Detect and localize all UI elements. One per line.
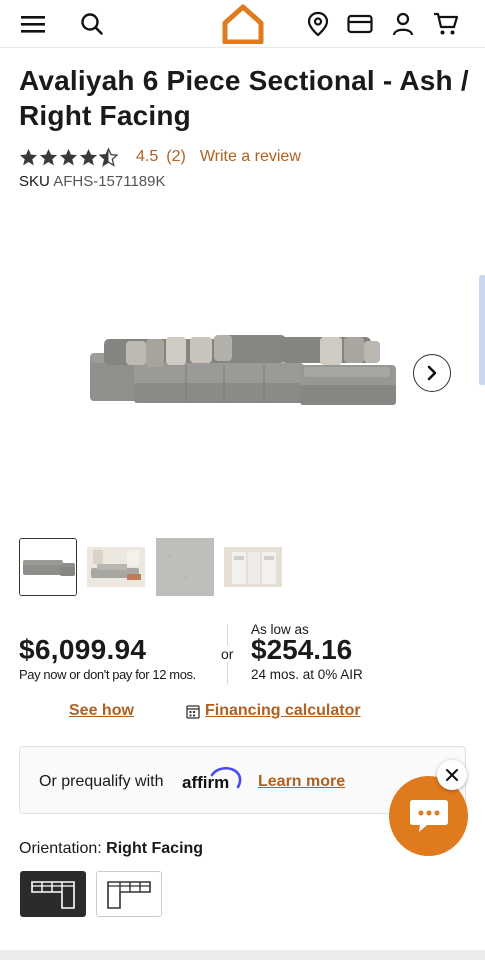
see-how-link[interactable]: See how: [69, 702, 134, 720]
menu-icon[interactable]: [18, 6, 48, 42]
gallery-thumbnail[interactable]: [224, 538, 282, 596]
star-icon: [59, 148, 78, 165]
star-rating[interactable]: [19, 147, 118, 167]
chat-close-button[interactable]: [437, 760, 467, 790]
financing-calculator-label[interactable]: Financing calculator: [205, 702, 361, 720]
bottom-divider-strip: [0, 950, 485, 960]
or-separator: or: [221, 646, 234, 662]
write-review-link[interactable]: Write a review: [200, 148, 301, 166]
close-icon: [446, 769, 458, 781]
chat-icon: [409, 800, 448, 832]
gallery-thumbnail[interactable]: [156, 538, 214, 596]
left-facing-sectional-icon: [107, 881, 151, 909]
affirm-logo: affirm: [182, 765, 244, 796]
affirm-logo-text: affirm: [182, 773, 229, 791]
orientation-option-right-facing[interactable]: [20, 871, 86, 917]
monthly-terms: 24 mos. at 0% AIR: [251, 667, 363, 682]
orientation-option-left-facing[interactable]: [96, 871, 162, 917]
learn-more-link[interactable]: Learn more: [258, 773, 345, 791]
gallery-thumbnail[interactable]: [87, 538, 145, 596]
side-scroll-tab[interactable]: [479, 275, 485, 385]
half-star-icon: [99, 147, 118, 167]
monthly-price: $254.16: [251, 634, 353, 665]
chevron-right-icon: [427, 365, 437, 381]
gallery-thumbnail[interactable]: [19, 538, 77, 596]
search-icon[interactable]: [77, 6, 107, 42]
financing-calculator-link[interactable]: Financing calculator: [186, 702, 361, 720]
product-title: Avaliyah 6 Piece Sectional - Ash / Right…: [19, 65, 469, 131]
cart-icon[interactable]: [431, 6, 461, 42]
sku-value: AFHS-1571189K: [53, 173, 166, 190]
home-logo-icon[interactable]: [222, 4, 264, 45]
deferred-payment-note: Pay now or don't pay for 12 mos.: [19, 667, 196, 682]
orientation-selected-value: Right Facing: [106, 840, 204, 857]
rating-value: 4.5: [136, 148, 159, 165]
sku-line: SKU AFHS-1571189K: [19, 173, 165, 190]
location-pin-icon[interactable]: [303, 6, 333, 42]
rating-row: 4.5 (2) Write a review: [19, 146, 301, 168]
star-icon: [39, 148, 58, 165]
calculator-icon: [186, 704, 200, 719]
right-facing-sectional-icon: [31, 881, 75, 909]
star-icon: [19, 148, 38, 165]
review-count[interactable]: (2): [166, 148, 186, 166]
product-main-image[interactable]: [86, 325, 398, 412]
top-nav-bar: [0, 0, 485, 48]
orientation-label: Orientation: Right Facing: [19, 840, 203, 858]
sku-label: SKU: [19, 173, 50, 190]
star-icon: [79, 148, 98, 165]
product-price: $6,099.94: [19, 634, 147, 665]
next-image-button[interactable]: [413, 354, 451, 392]
orientation-label-text: Orientation:: [19, 840, 102, 857]
account-icon[interactable]: [388, 6, 418, 42]
credit-card-icon[interactable]: [345, 6, 375, 42]
prequalify-text: Or prequalify with: [39, 773, 164, 790]
